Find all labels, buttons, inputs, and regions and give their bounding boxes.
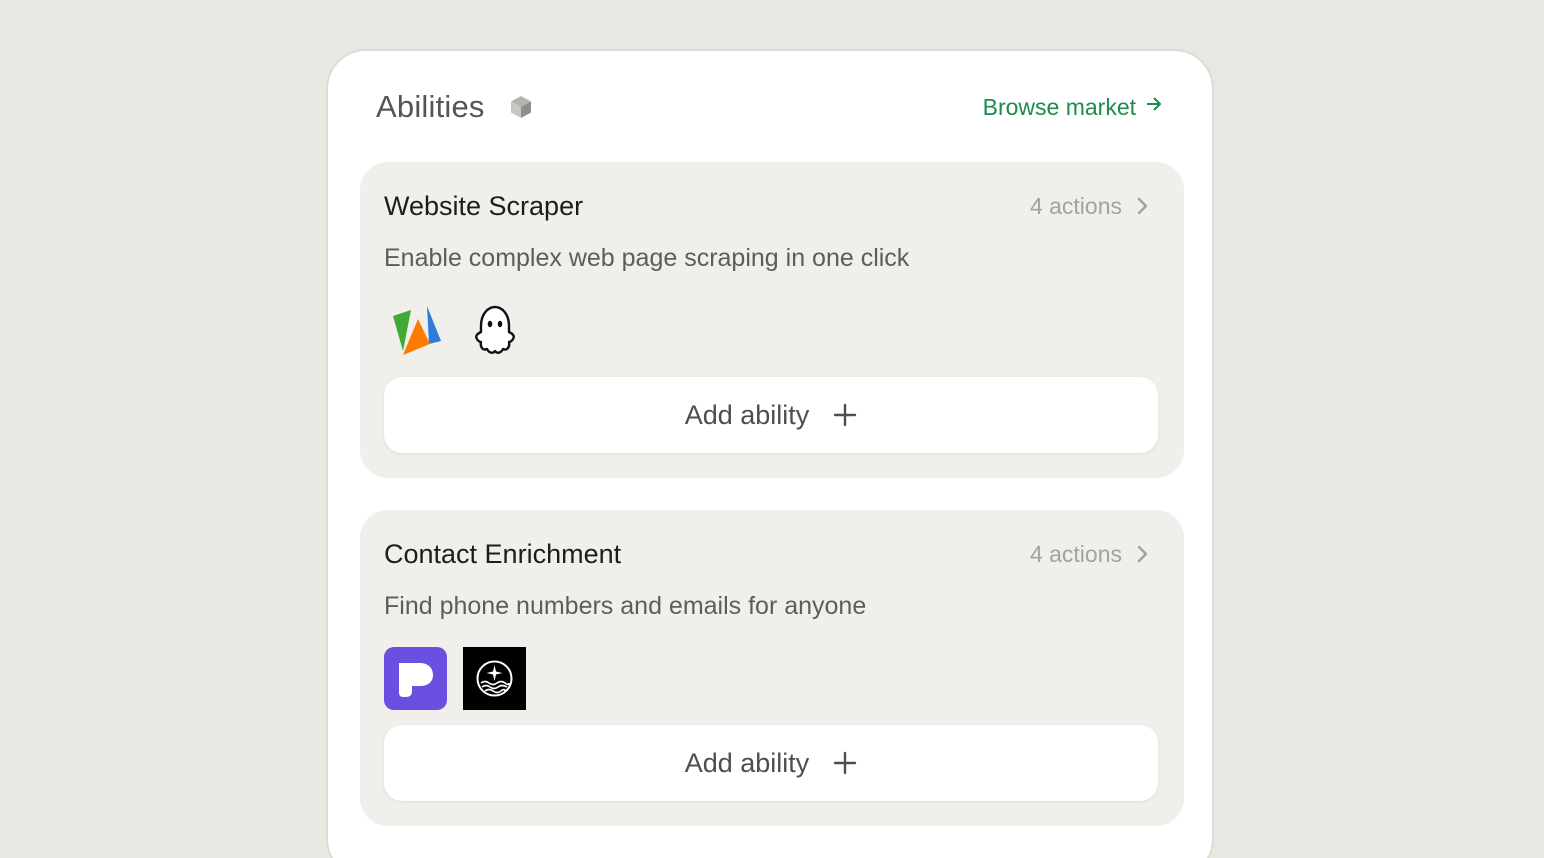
arrow-right-icon <box>1144 94 1164 120</box>
add-ability-button[interactable]: Add ability <box>384 377 1158 453</box>
browse-market-link[interactable]: Browse market <box>983 94 1164 121</box>
card-description: Enable complex web page scraping in one … <box>384 244 910 272</box>
chevron-right-icon <box>1137 545 1148 563</box>
app-background: Abilities Browse market Website Scraper … <box>0 0 1544 858</box>
abilities-panel: Abilities Browse market Website Scraper … <box>326 49 1214 858</box>
actions-link[interactable]: 4 actions <box>1030 193 1148 220</box>
add-ability-label: Add ability <box>684 399 810 430</box>
purple-p-logo <box>384 646 447 710</box>
apify-logo <box>384 299 447 362</box>
plus-icon <box>834 751 857 775</box>
panel-title: Abilities <box>376 89 485 124</box>
actions-count: 4 actions <box>1029 540 1122 567</box>
provider-logos <box>384 646 542 710</box>
card-title: Contact Enrichment <box>384 538 622 569</box>
provider-logos <box>384 298 542 362</box>
card-header: Contact Enrichment 4 actions <box>384 536 1148 572</box>
actions-count: 4 actions <box>1029 192 1122 219</box>
ability-card-website-scraper: Website Scraper 4 actions Enable complex… <box>360 162 1184 478</box>
panel-header: Abilities Browse market <box>376 87 1164 127</box>
plus-icon <box>834 403 857 427</box>
actions-link[interactable]: 4 actions <box>1030 541 1148 568</box>
ability-card-contact-enrichment: Contact Enrichment 4 actions Find phone … <box>360 510 1184 826</box>
card-header: Website Scraper 4 actions <box>384 188 1148 224</box>
add-ability-button[interactable]: Add ability <box>384 725 1158 801</box>
card-title: Website Scraper <box>384 190 584 221</box>
browse-market-label: Browse market <box>982 93 1136 120</box>
cube-icon <box>507 93 535 121</box>
black-waves-logo <box>463 646 526 710</box>
title-group: Abilities <box>376 89 535 125</box>
chevron-right-icon <box>1137 197 1148 215</box>
ghost-logo <box>463 299 526 362</box>
card-description: Find phone numbers and emails for anyone <box>384 592 867 620</box>
add-ability-label: Add ability <box>684 747 810 778</box>
